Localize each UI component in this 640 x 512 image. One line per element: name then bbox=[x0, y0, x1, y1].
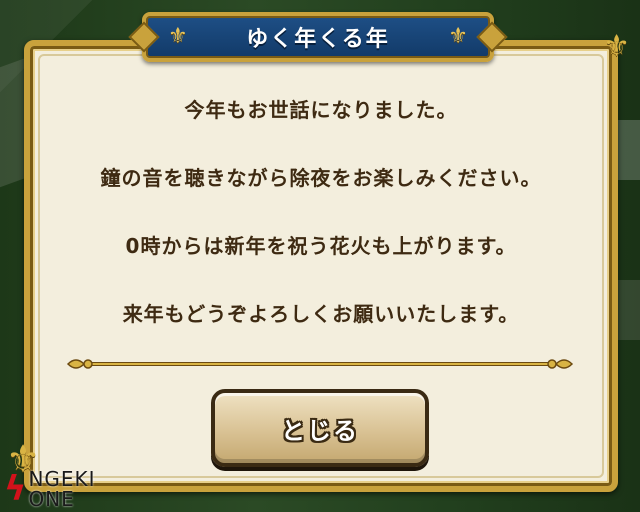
message-line: 鐘の音を聴きながら除夜をお楽しみください。 bbox=[100, 166, 542, 190]
fleur-de-lis-icon: ⚜ bbox=[448, 24, 468, 49]
dialog-title: ゆく年くる年 bbox=[246, 27, 390, 52]
message-line: 来年もどうぞよろしくお願いいたします。 bbox=[122, 302, 520, 326]
watermark-line2: ONE bbox=[28, 487, 75, 511]
site-watermark: ϟ NGEKI ONE bbox=[4, 466, 96, 512]
close-button-label: とじる bbox=[281, 416, 359, 445]
message-line: 今年もお世話になりました。 bbox=[184, 98, 458, 122]
dialog-title-banner: ⚜ ゆく年くる年 ⚜ bbox=[142, 12, 494, 62]
watermark-line1: NGEKI bbox=[28, 467, 96, 491]
message-line: 0時からは新年を祝う花火も上がります。 bbox=[125, 234, 517, 258]
ornamental-divider bbox=[66, 359, 574, 369]
lightning-bolt-icon: ϟ bbox=[4, 469, 27, 509]
close-button[interactable]: とじる bbox=[211, 389, 429, 467]
fleur-de-lis-icon: ⚜ bbox=[603, 29, 630, 64]
dialog-message: 今年もお世話になりました。 鐘の音を聴きながら除夜をお楽しみください。 0時から… bbox=[24, 96, 618, 368]
fleur-de-lis-icon: ⚜ bbox=[168, 24, 188, 49]
